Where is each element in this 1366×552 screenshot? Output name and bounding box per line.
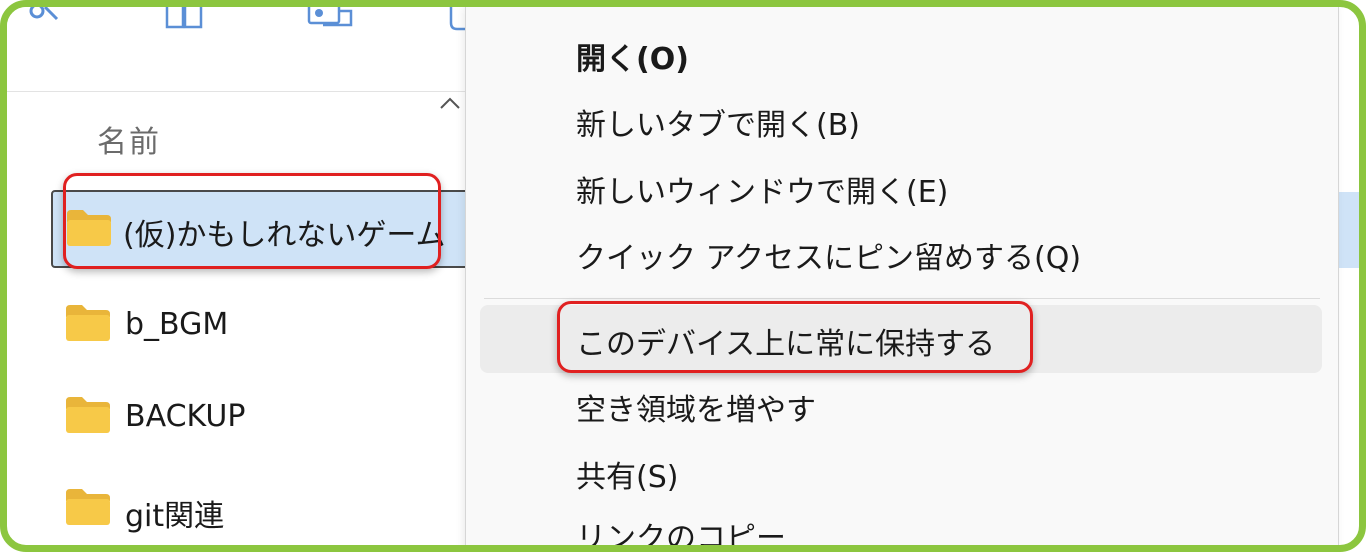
screenshot-frame: 名前 (仮)かもしれないゲーム b_BGM BACKUP git関連 開く(O)…	[0, 0, 1366, 552]
menu-item-open[interactable]: 開く(O)	[576, 34, 689, 78]
selection-overflow	[1337, 192, 1359, 268]
toolbar-paste-icon[interactable]	[303, 7, 357, 27]
menu-separator	[484, 298, 1320, 299]
file-name: (仮)かもしれないゲーム	[123, 218, 446, 253]
toolbar-rename-icon[interactable]	[447, 7, 467, 31]
context-menu: 開く(O) 新しいタブで開く(B) 新しいウィンドウで開く(E) クイック アク…	[465, 7, 1339, 545]
folder-icon	[64, 303, 112, 343]
file-name: b_BGM	[125, 307, 229, 342]
file-row[interactable]: git関連	[7, 471, 477, 545]
sort-ascending-icon[interactable]	[439, 95, 461, 109]
file-row[interactable]: BACKUP	[7, 379, 477, 455]
folder-icon	[65, 208, 113, 248]
menu-item-open-new-window[interactable]: 新しいウィンドウで開く(E)	[576, 167, 948, 211]
file-row-selected[interactable]: (仮)かもしれないゲーム	[51, 190, 477, 268]
menu-item-free-up-space[interactable]: 空き領域を増やす	[576, 385, 816, 429]
file-row[interactable]: b_BGM	[7, 287, 477, 363]
menu-item-always-keep-on-device[interactable]: このデバイス上に常に保持する	[576, 319, 995, 363]
menu-item-copy-link[interactable]: リンクのコピー	[576, 513, 786, 545]
explorer-toolbar	[7, 7, 477, 92]
toolbar-cut-icon[interactable]	[27, 7, 61, 27]
menu-item-open-new-tab[interactable]: 新しいタブで開く(B)	[576, 100, 860, 144]
column-header-name[interactable]: 名前	[97, 117, 161, 161]
folder-icon	[64, 487, 112, 527]
folder-icon	[64, 395, 112, 435]
toolbar-copy-icon[interactable]	[163, 7, 207, 29]
file-name: BACKUP	[125, 399, 246, 434]
file-name: git関連	[125, 499, 225, 534]
menu-item-pin-quick-access[interactable]: クイック アクセスにピン留めする(Q)	[576, 233, 1081, 277]
menu-item-share[interactable]: 共有(S)	[576, 452, 678, 496]
